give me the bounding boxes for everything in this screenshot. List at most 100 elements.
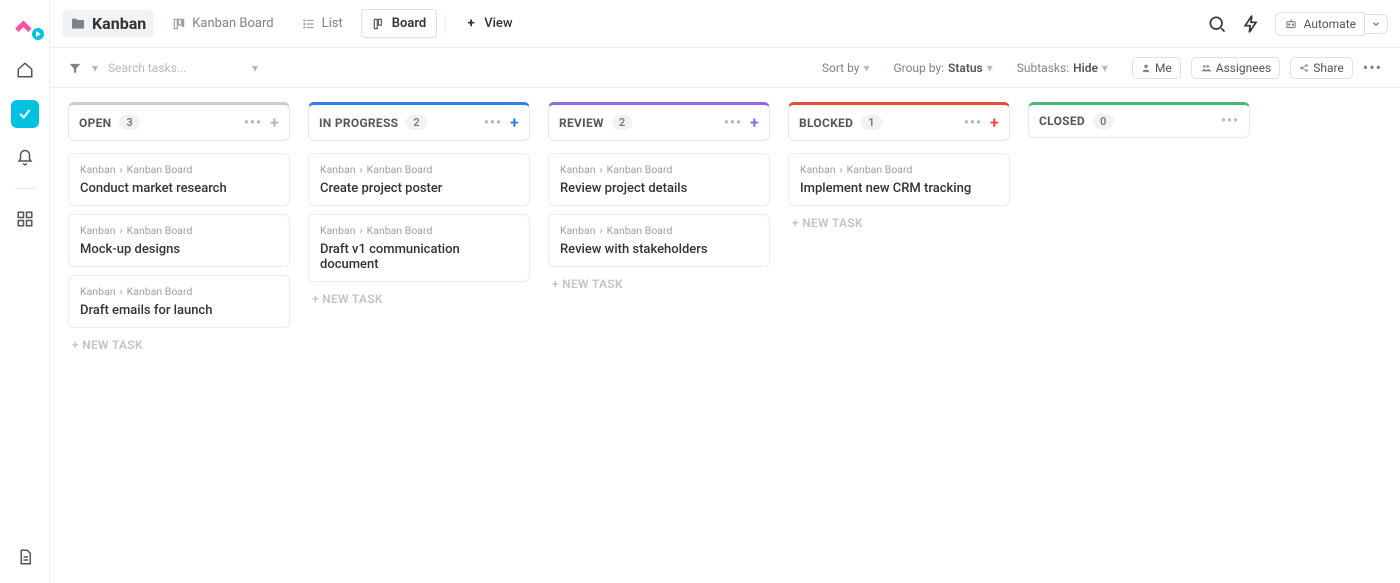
add-task-icon[interactable]: + xyxy=(510,113,519,132)
more-icon[interactable]: ••• xyxy=(1363,58,1382,77)
sort-by-button[interactable]: Sort by ▾ xyxy=(822,61,870,75)
share-button[interactable]: Share xyxy=(1290,57,1353,79)
task-card[interactable]: Kanban›Kanban Board Conduct market resear… xyxy=(68,153,290,206)
column-label: REVIEW xyxy=(559,116,604,130)
more-icon[interactable]: ••• xyxy=(724,115,742,131)
column-header[interactable]: BLOCKED 1 ••• + xyxy=(788,102,1010,141)
card-breadcrumb: Kanban›Kanban Board xyxy=(320,224,518,237)
view-label: List xyxy=(322,16,343,31)
column-blocked: BLOCKED 1 ••• + Kanban›Kanban Board Implement… xyxy=(788,102,1010,240)
card-breadcrumb: Kanban›Kanban Board xyxy=(80,163,278,176)
card-title: Draft v1 communication document xyxy=(320,242,518,272)
task-card[interactable]: Kanban›Kanban Board Draft emails for laun… xyxy=(68,275,290,328)
subtasks-button[interactable]: Subtasks: Hide ▾ xyxy=(1017,61,1108,75)
add-task-icon[interactable]: + xyxy=(990,113,999,132)
search-input[interactable] xyxy=(108,61,248,75)
add-view-button[interactable]: + View xyxy=(454,10,522,37)
left-rail xyxy=(0,0,50,583)
view-label: View xyxy=(484,16,512,31)
plus-icon: + xyxy=(464,17,478,31)
column-count: 1 xyxy=(861,115,882,130)
new-task-button[interactable]: + NEW TASK xyxy=(68,328,290,362)
view-label: Kanban Board xyxy=(192,16,273,31)
docs-icon[interactable] xyxy=(11,543,39,571)
card-title: Conduct market research xyxy=(80,181,278,196)
column-count: 0 xyxy=(1093,114,1114,129)
list-icon xyxy=(302,17,316,31)
column-closed: CLOSED 0 ••• xyxy=(1028,102,1250,150)
card-breadcrumb: Kanban›Kanban Board xyxy=(560,163,758,176)
card-breadcrumb: Kanban›Kanban Board xyxy=(320,163,518,176)
chevron-down-icon[interactable]: ▾ xyxy=(252,61,258,75)
card-breadcrumb: Kanban›Kanban Board xyxy=(80,285,278,298)
card-title: Create project poster xyxy=(320,181,518,196)
add-task-icon[interactable]: + xyxy=(750,113,759,132)
task-card[interactable]: Kanban›Kanban Board Review project detail… xyxy=(548,153,770,206)
chevron-down-icon[interactable]: ▾ xyxy=(92,61,98,75)
card-breadcrumb: Kanban›Kanban Board xyxy=(800,163,998,176)
column-header[interactable]: CLOSED 0 ••• xyxy=(1028,102,1250,138)
top-bar: Kanban Kanban Board List Board + View xyxy=(50,0,1400,48)
automate-label: Automate xyxy=(1304,17,1356,31)
task-card[interactable]: Kanban›Kanban Board Implement new CRM tra… xyxy=(788,153,1010,206)
column-header[interactable]: IN PROGRESS 2 ••• + xyxy=(308,102,530,141)
bolt-icon[interactable] xyxy=(1241,14,1261,34)
tasks-icon[interactable] xyxy=(11,100,39,128)
column-count: 2 xyxy=(406,115,427,130)
view-kanban-board[interactable]: Kanban Board xyxy=(162,10,283,37)
task-card[interactable]: Kanban›Kanban Board Mock-up designs xyxy=(68,214,290,267)
task-card[interactable]: Kanban›Kanban Board Draft v1 communicatio… xyxy=(308,214,530,282)
more-icon[interactable]: ••• xyxy=(1221,113,1239,129)
new-task-button[interactable]: + NEW TASK xyxy=(788,206,1010,240)
card-title: Implement new CRM tracking xyxy=(800,181,998,196)
column-review: REVIEW 2 ••• + Kanban›Kanban Board Review pro… xyxy=(548,102,770,301)
toolbar: ▾ ▾ Sort by ▾ Group by: Status ▾ Subtask… xyxy=(50,48,1400,88)
automate-button[interactable]: Automate xyxy=(1275,12,1365,36)
home-icon[interactable] xyxy=(11,56,39,84)
card-title: Review with stakeholders xyxy=(560,242,758,257)
people-icon xyxy=(1200,63,1212,73)
apps-icon[interactable] xyxy=(11,205,39,233)
me-button[interactable]: Me xyxy=(1132,57,1181,79)
share-icon xyxy=(1299,63,1309,73)
column-header[interactable]: OPEN3•••+ xyxy=(68,102,290,141)
board-area: OPEN3•••+Kanban›Kanban BoardConduct mark… xyxy=(50,88,1400,583)
board-icon xyxy=(172,17,186,31)
search-icon[interactable] xyxy=(1207,14,1227,34)
column-header[interactable]: REVIEW 2 ••• + xyxy=(548,102,770,141)
app-logo[interactable] xyxy=(12,14,38,40)
card-breadcrumb: Kanban›Kanban Board xyxy=(80,224,278,237)
folder-icon xyxy=(70,16,86,32)
rail-divider xyxy=(15,188,35,189)
robot-icon xyxy=(1284,17,1298,31)
new-task-button[interactable]: + NEW TASK xyxy=(308,282,530,316)
card-title: Draft emails for launch xyxy=(80,303,278,318)
add-task-icon[interactable]: + xyxy=(270,113,279,132)
more-icon[interactable]: ••• xyxy=(484,115,502,131)
view-label: Board xyxy=(392,16,426,31)
card-title: Review project details xyxy=(560,181,758,196)
group-by-button[interactable]: Group by: Status ▾ xyxy=(893,61,992,75)
column-label: IN PROGRESS xyxy=(319,116,398,130)
card-breadcrumb: Kanban›Kanban Board xyxy=(560,224,758,237)
view-list[interactable]: List xyxy=(292,10,353,37)
folder-name: Kanban xyxy=(92,14,146,33)
task-card[interactable]: Kanban›Kanban Board Create project poster xyxy=(308,153,530,206)
column-count: 2 xyxy=(612,115,633,130)
new-task-button[interactable]: + NEW TASK xyxy=(548,267,770,301)
automate-more[interactable] xyxy=(1365,14,1388,34)
task-card[interactable]: Kanban›Kanban Board Review with stakehold… xyxy=(548,214,770,267)
filter-icon[interactable] xyxy=(68,61,82,75)
folder-breadcrumb[interactable]: Kanban xyxy=(62,10,154,37)
board-icon xyxy=(372,17,386,31)
card-title: Mock-up designs xyxy=(80,242,278,257)
column-label: CLOSED xyxy=(1039,114,1085,128)
column-label: BLOCKED xyxy=(799,116,853,130)
more-icon[interactable]: ••• xyxy=(244,115,262,131)
column-count: 3 xyxy=(119,115,140,130)
notifications-icon[interactable] xyxy=(11,144,39,172)
more-icon[interactable]: ••• xyxy=(964,115,982,131)
assignees-button[interactable]: Assignees xyxy=(1191,57,1280,79)
column-in_progress: IN PROGRESS 2 ••• + Kanban›Kanban Board Creat… xyxy=(308,102,530,316)
view-board[interactable]: Board xyxy=(361,9,437,38)
